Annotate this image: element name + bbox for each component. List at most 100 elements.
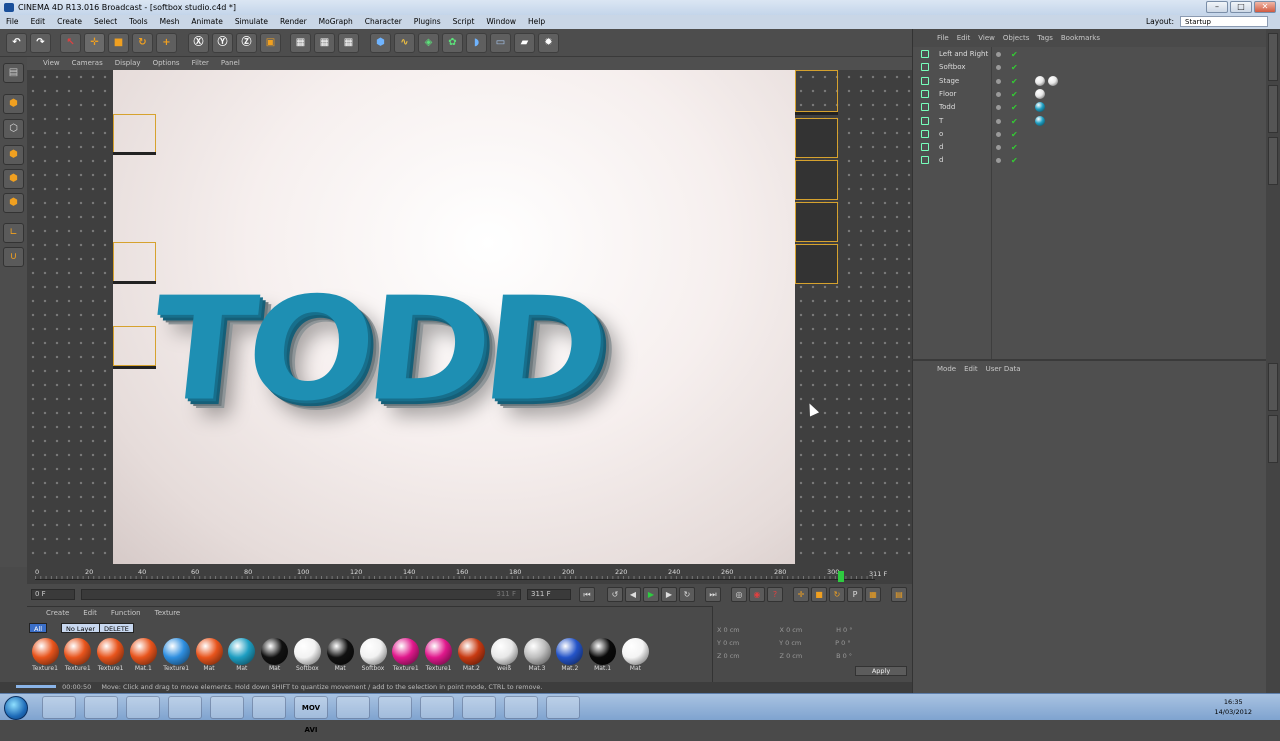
menu-tools[interactable]: Tools: [123, 15, 153, 29]
viewport-menu-cameras[interactable]: Cameras: [66, 57, 109, 70]
render-view-icon[interactable]: ▦: [290, 33, 311, 53]
material-swatch[interactable]: Texture1: [29, 636, 61, 676]
material-swatch[interactable]: Mat: [226, 636, 258, 676]
spline-icon[interactable]: ∿: [394, 33, 415, 53]
enabled-check-icon[interactable]: ✔: [1011, 48, 1018, 61]
key-parameter-icon[interactable]: P: [847, 587, 863, 602]
enabled-check-icon[interactable]: ✔: [1011, 88, 1018, 101]
object-row[interactable]: o ✔: [915, 128, 1263, 141]
menu-character[interactable]: Character: [359, 15, 408, 29]
material-swatch[interactable]: Texture1: [95, 636, 127, 676]
perspective-viewport[interactable]: TODD: [27, 70, 912, 564]
menu-create[interactable]: Create: [51, 15, 88, 29]
minimize-button[interactable]: –: [1206, 1, 1228, 13]
attribute-menu-mode[interactable]: Mode: [933, 361, 960, 377]
enabled-check-icon[interactable]: ✔: [1011, 141, 1018, 154]
key-scale-icon[interactable]: ■: [811, 587, 827, 602]
cube-primitive-icon[interactable]: ⬢: [370, 33, 391, 53]
material-menu-create[interactable]: Create: [39, 607, 76, 619]
taskbar-app-button[interactable]: MOV AVI: [294, 696, 328, 734]
model-mode-icon[interactable]: ⬢: [3, 94, 24, 114]
x-axis-lock-icon[interactable]: Ⓧ: [188, 33, 209, 53]
make-editable-icon[interactable]: ▤: [3, 63, 24, 83]
edges-mode-icon[interactable]: ⬢: [3, 169, 24, 189]
taskbar-app-button[interactable]: [504, 696, 538, 719]
live-selection-icon[interactable]: ↖: [60, 33, 81, 53]
layout-select[interactable]: Startup: [1180, 16, 1268, 27]
layers-tab[interactable]: [1268, 415, 1278, 463]
object-row[interactable]: Softbox ✔: [915, 61, 1263, 74]
objects-tab[interactable]: [1268, 33, 1278, 81]
texture-mode-icon[interactable]: ⬡: [3, 119, 24, 139]
taskbar-app-button[interactable]: [84, 696, 118, 719]
filter-delete[interactable]: DELETE: [99, 623, 134, 633]
menu-animate[interactable]: Animate: [185, 15, 228, 29]
maximize-button[interactable]: □: [1230, 1, 1252, 13]
menu-script[interactable]: Script: [447, 15, 481, 29]
object-row[interactable]: d ✔: [915, 141, 1263, 154]
material-swatch[interactable]: Texture1: [423, 636, 455, 676]
attributes-tab[interactable]: [1268, 363, 1278, 411]
material-swatch[interactable]: Mat.2: [455, 636, 487, 676]
texture-tag-icon[interactable]: [1035, 115, 1045, 126]
menu-window[interactable]: Window: [480, 15, 522, 29]
enabled-check-icon[interactable]: ✔: [1011, 75, 1018, 88]
autokey-icon[interactable]: ?: [767, 587, 783, 602]
close-button[interactable]: ✕: [1254, 1, 1276, 13]
object-menu-edit[interactable]: Edit: [953, 29, 975, 47]
taskbar-app-button[interactable]: [168, 696, 202, 719]
key-rotation-icon[interactable]: ↻: [829, 587, 845, 602]
taskbar-app-button[interactable]: [546, 696, 580, 719]
material-swatch[interactable]: Softbox: [357, 636, 389, 676]
material-swatch[interactable]: Mat.1: [127, 636, 159, 676]
visibility-dot-icon[interactable]: [996, 52, 1001, 57]
filter-no-layer[interactable]: No Layer: [61, 623, 101, 633]
play-icon[interactable]: ▶: [643, 587, 659, 602]
texture-tag-icon[interactable]: [1035, 75, 1045, 86]
goto-prev-key-icon[interactable]: ↺: [607, 587, 623, 602]
menu-simulate[interactable]: Simulate: [229, 15, 274, 29]
goto-next-key-icon[interactable]: ↻: [679, 587, 695, 602]
step-forward-icon[interactable]: ▶: [661, 587, 677, 602]
start-button[interactable]: [4, 696, 28, 720]
viewport-menu-filter[interactable]: Filter: [186, 57, 215, 70]
render-picture-viewer-icon[interactable]: ▦: [314, 33, 335, 53]
goto-start-icon[interactable]: ⏮: [579, 587, 595, 602]
step-back-icon[interactable]: ◀: [625, 587, 641, 602]
object-row[interactable]: Left and Right ✔: [915, 48, 1263, 61]
material-swatch[interactable]: Mat: [619, 636, 651, 676]
scene-floor-icon[interactable]: ▭: [490, 33, 511, 53]
points-mode-icon[interactable]: ⬢: [3, 145, 24, 165]
move-tool-icon[interactable]: ✛: [84, 33, 105, 53]
taskbar-app-button[interactable]: [252, 696, 286, 719]
object-row[interactable]: T ✔: [915, 115, 1263, 128]
object-menu-tags[interactable]: Tags: [1033, 29, 1057, 47]
render-settings-icon[interactable]: ▦: [338, 33, 359, 53]
scale-tool-icon[interactable]: ■: [108, 33, 129, 53]
object-menu-file[interactable]: File: [933, 29, 953, 47]
material-swatch[interactable]: Softbox: [291, 636, 323, 676]
recent-tool-icon[interactable]: +: [156, 33, 177, 53]
menu-mesh[interactable]: Mesh: [154, 15, 186, 29]
camera-icon[interactable]: ▰: [514, 33, 535, 53]
texture-tag-icon[interactable]: [1035, 102, 1045, 113]
material-menu-function[interactable]: Function: [104, 607, 148, 619]
menu-plugins[interactable]: Plugins: [408, 15, 447, 29]
object-menu-objects[interactable]: Objects: [999, 29, 1033, 47]
attribute-menu-edit[interactable]: Edit: [960, 361, 982, 377]
object-row[interactable]: Todd ✔: [915, 101, 1263, 114]
array-icon[interactable]: ✿: [442, 33, 463, 53]
timeline-ruler[interactable]: 0 20 40 60 80 100 120 140 160 180 200 22…: [27, 564, 912, 584]
visibility-dot-icon[interactable]: [996, 65, 1001, 71]
viewport-menu-display[interactable]: Display: [109, 57, 147, 70]
taskbar-app-button[interactable]: [420, 696, 454, 719]
material-swatch[interactable]: Mat.3: [521, 636, 553, 676]
menu-select[interactable]: Select: [88, 15, 123, 29]
scheme-icon[interactable]: ▤: [891, 587, 907, 602]
texture-tag-icon[interactable]: [1035, 88, 1045, 99]
object-menu-view[interactable]: View: [974, 29, 999, 47]
content-browser-tab[interactable]: [1268, 85, 1278, 133]
playhead-marker[interactable]: [837, 571, 844, 582]
menu-file[interactable]: File: [0, 15, 25, 29]
enabled-check-icon[interactable]: ✔: [1011, 101, 1018, 114]
